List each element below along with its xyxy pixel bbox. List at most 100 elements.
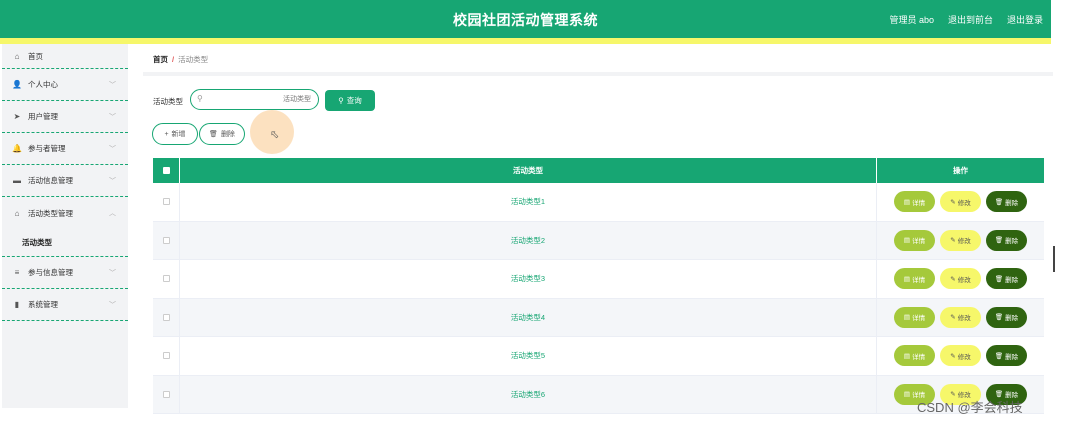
edit-button[interactable]: ✎ 修改 bbox=[940, 345, 981, 367]
query-button[interactable]: ⚲ 查询 bbox=[325, 90, 375, 111]
sidebar-item-label: 个人中心 bbox=[28, 80, 58, 89]
delete-button[interactable]: 🗑 删除 bbox=[986, 191, 1027, 213]
send-icon: ➤ bbox=[13, 112, 21, 121]
row-checkbox[interactable] bbox=[162, 352, 170, 360]
sidebar-item-label: 系统管理 bbox=[28, 300, 58, 309]
delete-button-label: 删除 bbox=[220, 131, 235, 138]
trash-icon: 🗑 bbox=[994, 237, 1004, 245]
query-button-label: 查询 bbox=[346, 96, 362, 105]
row-actions: ▤ 详情 ✎ 修改 🗑 删除 bbox=[877, 299, 1044, 337]
chevron-down-icon: ﹀ bbox=[109, 270, 116, 277]
document-icon: ▤ bbox=[903, 314, 911, 322]
pencil-icon: ✎ bbox=[950, 275, 956, 283]
search-field[interactable]: ⚲ bbox=[190, 89, 319, 110]
activity-type-table: 活动类型 操作 活动类型1 ▤ 详情 ✎ 修改 🗑 删除 活动类型2 ▤ 详情 ✎ 修改 🗑 删除 活动类型… bbox=[153, 158, 1044, 414]
sidebar-item-activity-type-management[interactable]: ⌂ 活动类型管理 ︿ bbox=[2, 197, 128, 229]
row-checkbox-cell bbox=[153, 375, 180, 413]
row-checkbox-cell bbox=[153, 337, 180, 375]
scrollbar[interactable] bbox=[1053, 246, 1055, 272]
sidebar-item-participation-info-management[interactable]: ≡ 参与信息管理 ﹀ bbox=[2, 257, 128, 289]
edit-button[interactable]: ✎ 修改 bbox=[940, 191, 981, 213]
row-checkbox-cell bbox=[153, 183, 180, 221]
detail-button-label: 详情 bbox=[912, 315, 926, 323]
table-body: 活动类型1 ▤ 详情 ✎ 修改 🗑 删除 活动类型2 ▤ 详情 ✎ 修改 🗑 删除 活动类型3 ▤ 详情 ✎ 修改 🗑… bbox=[153, 183, 1044, 414]
delete-button[interactable]: 🗑 删除 bbox=[986, 268, 1027, 290]
document-icon: ▤ bbox=[903, 237, 911, 245]
add-button-label: 新增 bbox=[171, 131, 186, 138]
row-checkbox-cell bbox=[153, 298, 180, 336]
exit-to-front-link[interactable]: 退出到前台 bbox=[948, 13, 993, 26]
chevron-down-icon: ﹀ bbox=[109, 82, 116, 89]
bell-icon: 🔔 bbox=[12, 144, 22, 153]
table-row: 活动类型1 ▤ 详情 ✎ 修改 🗑 删除 bbox=[153, 183, 1044, 222]
breadcrumb: 首页 / 活动类型 bbox=[153, 54, 208, 65]
search-input[interactable] bbox=[211, 92, 311, 106]
delete-button[interactable]: 🗑 删除 bbox=[986, 345, 1027, 367]
breadcrumb-home[interactable]: 首页 bbox=[153, 55, 168, 64]
detail-button-label: 详情 bbox=[912, 353, 926, 361]
select-all-checkbox[interactable] bbox=[162, 167, 170, 174]
activity-type-cell: 活动类型2 bbox=[180, 221, 877, 259]
detail-button[interactable]: ▤ 详情 bbox=[894, 229, 935, 251]
table-row: 活动类型4 ▤ 详情 ✎ 修改 🗑 删除 bbox=[153, 298, 1044, 337]
document-icon: ▤ bbox=[903, 391, 911, 399]
edit-button[interactable]: ✎ 修改 bbox=[940, 306, 981, 328]
home-icon: ⌂ bbox=[14, 51, 20, 61]
detail-button[interactable]: ▤ 详情 bbox=[894, 191, 935, 213]
sidebar-item-label: 活动类型管理 bbox=[28, 208, 73, 218]
delete-button[interactable]: 🗑 删除 bbox=[986, 306, 1027, 328]
admin-user-label: 管理员 abo bbox=[889, 15, 934, 25]
batch-delete-button[interactable]: 🗑 删除 bbox=[199, 123, 245, 145]
row-actions: ▤ 详情 ✎ 修改 🗑 删除 bbox=[877, 260, 1044, 298]
breadcrumb-divider bbox=[143, 72, 1053, 76]
chevron-down-icon: ﹀ bbox=[109, 302, 116, 309]
pencil-icon: ✎ bbox=[950, 237, 956, 245]
delete-button-label: 删除 bbox=[1005, 238, 1019, 246]
search-icon: ⚲ bbox=[338, 96, 344, 105]
activity-type-cell: 活动类型4 bbox=[180, 298, 877, 336]
table-row: 活动类型6 ▤ 详情 ✎ 修改 🗑 删除 bbox=[153, 375, 1044, 414]
trash-icon: 🗑 bbox=[209, 131, 218, 138]
trash-icon: 🗑 bbox=[994, 314, 1004, 322]
delete-button[interactable]: 🗑 删除 bbox=[986, 229, 1027, 251]
row-checkbox[interactable] bbox=[162, 390, 170, 398]
search-icon: ⚲ bbox=[197, 94, 203, 103]
activity-type-cell: 活动类型5 bbox=[180, 337, 877, 375]
detail-button[interactable]: ▤ 详情 bbox=[894, 345, 935, 367]
chart-icon: ▮ bbox=[14, 300, 20, 309]
sidebar-item-system-management[interactable]: ▮ 系统管理 ﹀ bbox=[2, 289, 128, 321]
row-checkbox[interactable] bbox=[162, 275, 170, 283]
row-checkbox-cell bbox=[153, 221, 180, 259]
sidebar-item-participant-management[interactable]: 🔔 参与者管理 ﹀ bbox=[2, 133, 128, 165]
sidebar-item-personal-center[interactable]: 👤 个人中心 ﹀ bbox=[2, 69, 128, 101]
sidebar-item-label: 参与信息管理 bbox=[28, 268, 73, 277]
sidebar-item-home[interactable]: ⌂ 首页 bbox=[2, 44, 128, 69]
column-header-actions: 操作 bbox=[953, 166, 968, 175]
edit-button[interactable]: ✎ 修改 bbox=[940, 268, 981, 290]
document-icon: ▤ bbox=[903, 352, 911, 360]
row-checkbox[interactable] bbox=[162, 198, 170, 206]
trash-icon: 🗑 bbox=[994, 275, 1004, 283]
detail-button[interactable]: ▤ 详情 bbox=[894, 268, 935, 290]
row-actions: ▤ 详情 ✎ 修改 🗑 删除 bbox=[877, 222, 1044, 260]
edit-button[interactable]: ✎ 修改 bbox=[940, 229, 981, 251]
sidebar-item-label: 活动信息管理 bbox=[28, 176, 73, 185]
search-label: 活动类型 bbox=[153, 97, 183, 106]
row-checkbox[interactable] bbox=[162, 313, 170, 321]
add-button[interactable]: + 新增 bbox=[152, 123, 198, 145]
row-checkbox[interactable] bbox=[162, 236, 170, 244]
sidebar-subitem-activity-type[interactable]: 活动类型 bbox=[2, 229, 128, 257]
pencil-icon: ✎ bbox=[950, 314, 956, 322]
sidebar-item-activity-info-management[interactable]: ▬ 活动信息管理 ﹀ bbox=[2, 165, 128, 197]
main-content: 首页/活动类型 活动类型 ⚲ ⚲ 查询 + 新增 🗑 删除 ⬁ 活动类型 操作 … bbox=[143, 44, 1053, 414]
card-icon: ▬ bbox=[13, 176, 21, 185]
delete-button-label: 删除 bbox=[1005, 199, 1019, 207]
detail-button[interactable]: ▤ 详情 bbox=[894, 306, 935, 328]
row-checkbox-cell bbox=[153, 260, 180, 298]
table-header: 活动类型 操作 bbox=[153, 158, 1044, 183]
top-header: 校园社团活动管理系统 管理员 abo 退出到前台 退出登录 bbox=[0, 0, 1051, 38]
logout-link[interactable]: 退出登录 bbox=[1007, 13, 1043, 26]
row-actions: ▤ 详情 ✎ 修改 🗑 删除 bbox=[877, 183, 1044, 221]
sidebar-item-user-management[interactable]: ➤ 用户管理 ﹀ bbox=[2, 101, 128, 133]
detail-button-label: 详情 bbox=[912, 238, 926, 246]
